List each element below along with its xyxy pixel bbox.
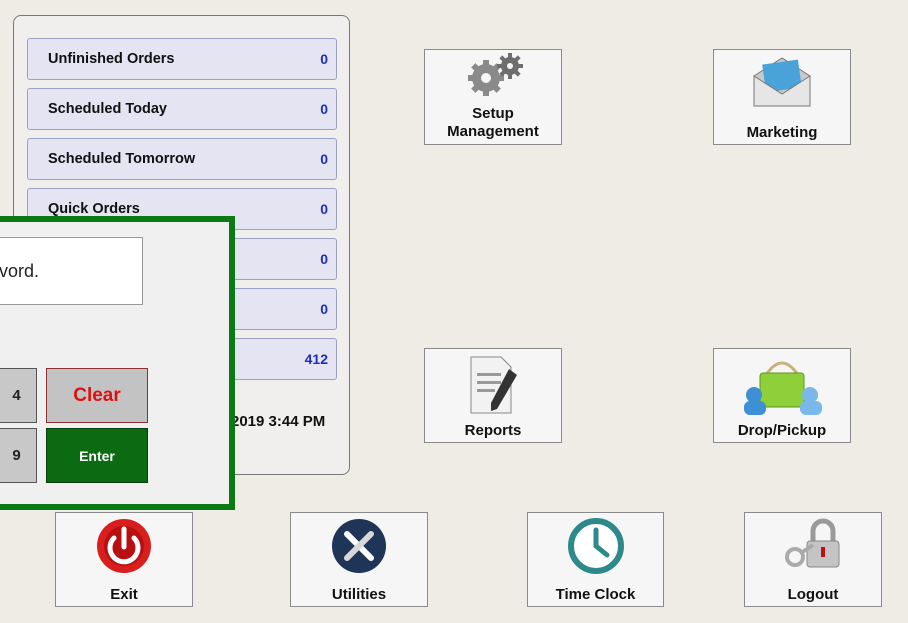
setup-management-button[interactable]: Setup Management: [424, 49, 562, 145]
reports-button[interactable]: Reports: [424, 348, 562, 443]
tile-label: Exit: [110, 586, 138, 603]
stat-unfinished-orders[interactable]: Unfinished Orders 0: [27, 38, 337, 80]
stat-scheduled-tomorrow[interactable]: Scheduled Tomorrow 0: [27, 138, 337, 180]
marketing-button[interactable]: Marketing: [713, 49, 851, 145]
stat-label: Scheduled Tomorrow: [48, 151, 196, 167]
password-prompt-box: vord.: [0, 237, 143, 305]
tile-label: Marketing: [746, 124, 818, 141]
exit-button[interactable]: Exit: [55, 512, 193, 607]
stat-value: 0: [320, 151, 328, 167]
envelope-icon: [753, 57, 811, 107]
stat-scheduled-today[interactable]: Scheduled Today 0: [27, 88, 337, 130]
power-icon: [97, 519, 151, 573]
key-4-button[interactable]: 4: [0, 368, 37, 423]
logout-button[interactable]: Logout: [744, 512, 882, 607]
clear-button[interactable]: Clear: [46, 368, 148, 423]
tile-label: Utilities: [331, 586, 387, 603]
stat-value: 412: [304, 351, 328, 367]
tile-label: Logout: [787, 586, 839, 603]
time-clock-button[interactable]: Time Clock: [527, 512, 664, 607]
password-dialog: vord. 4 Clear 9 Enter: [0, 216, 235, 510]
stat-value: 0: [320, 301, 328, 317]
current-datetime: 2019 3:44 PM: [231, 413, 326, 430]
enter-button[interactable]: Enter: [46, 428, 148, 483]
basket-users-icon: [744, 361, 822, 415]
password-prompt-text: vord.: [0, 260, 40, 281]
utilities-button[interactable]: Utilities: [290, 512, 428, 607]
lock-key-icon: [785, 518, 840, 568]
clock-icon: [567, 518, 624, 574]
tile-label: Time Clock: [555, 586, 636, 603]
tile-label-line1: Setup: [472, 105, 514, 122]
stat-value: 0: [320, 101, 328, 117]
stat-label: Scheduled Today: [48, 101, 167, 117]
stat-value: 0: [320, 201, 328, 217]
document-pen-icon: [470, 356, 517, 414]
stat-label: Quick Orders: [48, 201, 140, 217]
drop-pickup-button[interactable]: Drop/Pickup: [713, 348, 851, 443]
tile-label: Reports: [464, 422, 522, 439]
key-9-button[interactable]: 9: [0, 428, 37, 483]
stat-value: 0: [320, 51, 328, 67]
tools-icon: [332, 519, 386, 573]
stat-label: Unfinished Orders: [48, 51, 175, 67]
tile-label: Drop/Pickup: [737, 422, 827, 439]
gears-icon: [468, 53, 523, 96]
tile-label-line2: Management: [447, 123, 539, 140]
stat-value: 0: [320, 251, 328, 267]
